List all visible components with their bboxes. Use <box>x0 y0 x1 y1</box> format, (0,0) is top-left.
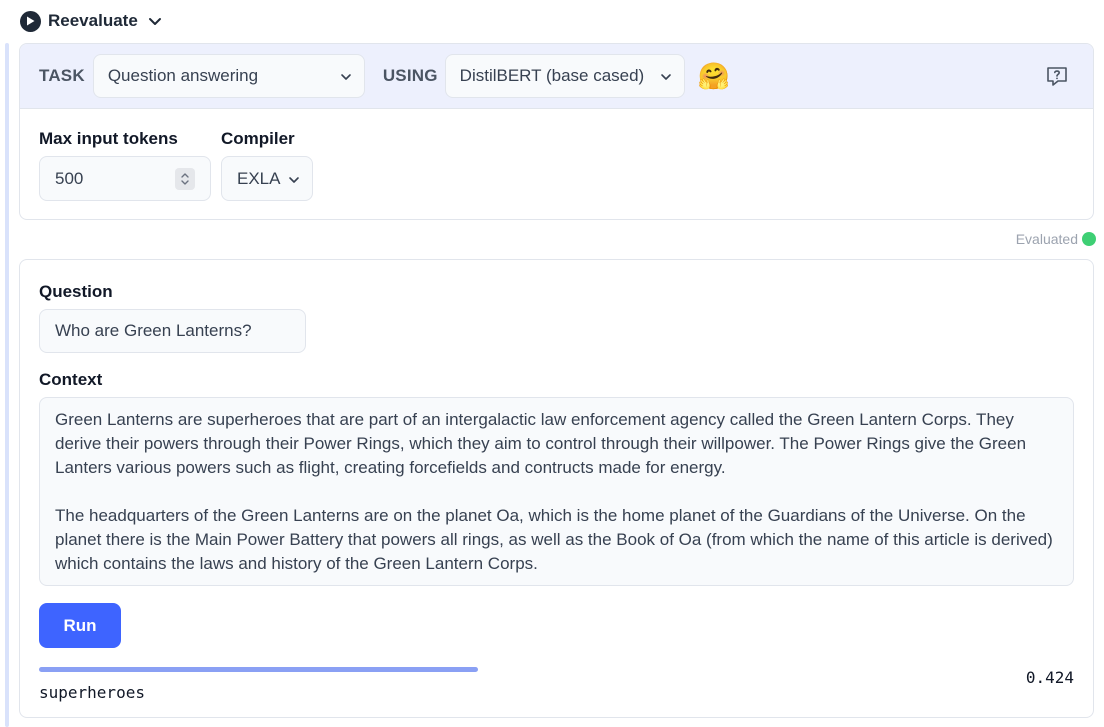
task-select-value: Question answering <box>107 66 259 85</box>
compiler-select-value: EXLA <box>237 168 281 188</box>
smart-cell-setup: TASK Question answering USING DistilBERT… <box>19 43 1094 220</box>
number-stepper[interactable] <box>175 167 195 190</box>
compiler-field: Compiler EXLA <box>221 129 313 201</box>
score-value: 0.424 <box>1025 668 1074 687</box>
context-label: Context <box>39 370 103 389</box>
chevron-down-icon <box>288 169 300 189</box>
chevron-down-icon <box>340 66 352 86</box>
help-icon[interactable] <box>1046 66 1068 86</box>
cell-rail <box>5 43 9 727</box>
max-tokens-value: 500 <box>55 168 84 188</box>
context-paragraph: The headquarters of the Green Lanterns a… <box>55 506 1053 573</box>
chevron-down-icon[interactable] <box>148 17 162 26</box>
status-text: Evaluated <box>1015 231 1078 247</box>
context-paragraph: Green Lanterns are superheroes that are … <box>55 410 1027 477</box>
task-select[interactable]: Question answering <box>92 54 365 98</box>
hugging-face-icon: 🤗 <box>697 61 731 91</box>
status-dot <box>1082 232 1096 246</box>
setup-options: Max input tokens 500 Compiler EXLA <box>20 109 1093 201</box>
chevron-down-icon <box>181 179 189 185</box>
reevaluate-label: Reevaluate <box>48 11 138 30</box>
answer-text: superheroes <box>39 683 145 702</box>
model-select-value: DistilBERT (base cased) <box>459 66 645 85</box>
using-label: USING <box>382 66 438 85</box>
max-tokens-input[interactable]: 500 <box>39 156 211 201</box>
max-tokens-label: Max input tokens <box>39 129 178 148</box>
setup-header: TASK Question answering USING DistilBERT… <box>20 44 1093 109</box>
compiler-label: Compiler <box>221 129 295 148</box>
task-label: TASK <box>39 66 85 85</box>
question-value: Who are Green Lanterns? <box>55 321 252 340</box>
question-label: Question <box>39 282 113 301</box>
context-textarea[interactable]: Green Lanterns are superheroes that are … <box>39 397 1074 586</box>
evaluation-status: Evaluated <box>1015 231 1096 247</box>
compiler-select[interactable]: EXLA <box>221 156 313 201</box>
chevron-up-icon <box>181 172 189 178</box>
cell-output: Question Who are Green Lanterns? Context… <box>19 259 1094 718</box>
model-select[interactable]: DistilBERT (base cased) <box>444 54 685 98</box>
max-tokens-field: Max input tokens 500 <box>39 129 211 201</box>
play-icon <box>20 10 41 32</box>
question-input[interactable]: Who are Green Lanterns? <box>39 309 306 353</box>
score-bar <box>39 665 1074 672</box>
reevaluate-button[interactable]: Reevaluate <box>20 9 162 33</box>
chevron-down-icon <box>660 66 672 86</box>
score-bar-fill <box>39 667 478 672</box>
run-button[interactable]: Run <box>39 603 121 648</box>
